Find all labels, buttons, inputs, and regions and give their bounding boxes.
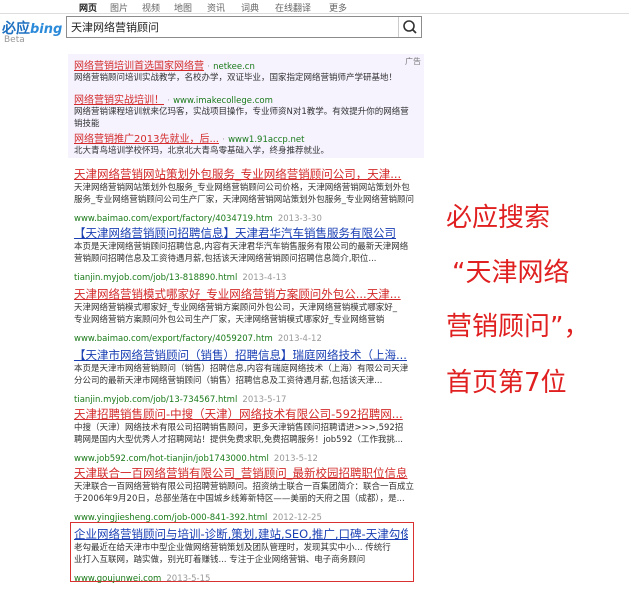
search-box	[66, 16, 422, 38]
result-date: 2013-4-12	[277, 334, 322, 344]
result-title[interactable]: 【天津市网络营销顾问（销售）招聘信息】瑞庭网络技术（上海...	[74, 347, 434, 363]
annotation-line-3: 营销顾问”，	[446, 312, 590, 342]
result-date: 2013-5-17	[242, 395, 287, 405]
ad-desc: 网络营销顾问培训实战教学，名校办学，双证毕业，国家指定网络营销师产学研基地！	[74, 73, 398, 83]
result-desc-2: 服务_专业网络营销顾问公司生产厂家，天津网络营销网站策划外包服务_专业网络营销顾…	[74, 195, 415, 205]
logo-beta: Beta	[4, 35, 25, 45]
result-url[interactable]: www.job592.com/hot-tianjin/job1743000.ht…	[74, 454, 269, 464]
result-desc: 本页是天津网络营销顾问招聘信息,内容有天津君华汽车销售服务有限公司的最新天津网络	[74, 242, 409, 252]
ad-item: 网络营销推广2013先就业，后... · www1.91accp.net 北大青…	[74, 134, 330, 156]
search-result: 【天津市网络营销顾问（销售）招聘信息】瑞庭网络技术（上海... 本页是天津市网络…	[74, 347, 434, 406]
search-input[interactable]	[71, 19, 391, 35]
search-result: 天津网络营销网站策划外包服务_专业网络营销顾问公司，天津... 天津网络营销网站…	[74, 166, 434, 225]
logo-bing: bing	[30, 22, 63, 37]
ad-label: 广告	[405, 57, 421, 66]
search-icon	[403, 20, 417, 34]
result-desc: 天津网络营销网站策划外包服务_专业网络营销顾问公司价格，天津网络营销网站策划外包	[74, 183, 410, 193]
result-url[interactable]: www.baimao.com/export/factory/4059207.ht…	[74, 334, 273, 344]
ad-url[interactable]: netkee.cn	[213, 62, 255, 72]
ad-block: 广告 网络营销培训首选国家网络营 · netkee.cn 网络营销顾问培训实战教…	[68, 54, 424, 158]
search-result: 天津招聘销售顾问-中搜（天津）网络技术有限公司-592招聘网... 中搜（天津）…	[74, 406, 434, 465]
result-date: 2013-4-13	[242, 273, 287, 283]
result-desc: 老勾最近在给天津市中型企业做网络营销策划及团队管理时，发现其实中小... 传统行	[74, 543, 391, 553]
result-desc-2: 于2006年9月20日，总部坐落在中国城乡线筹新特区——美丽的天府之国（成都），…	[74, 494, 405, 504]
nav-divider	[0, 13, 629, 14]
annotation-line-2: “天津网络	[452, 258, 570, 288]
ad-desc: 网络营销课程培训就来亿玛客，实战项目操作，专业师资N对1教学。有效提升你的网络营	[74, 107, 409, 117]
ad-title[interactable]: 网络营销推广2013先就业，后...	[74, 134, 219, 145]
result-title[interactable]: 天津网络营销模式哪家好_专业网络营销方案顾问外包公...天津...	[74, 286, 434, 302]
result-desc: 中搜（天津）网络技术有限公司招聘销售顾问，更多天津销售顾问招聘请进>>>,592…	[74, 423, 404, 433]
result-date: 2013-5-12	[273, 454, 318, 464]
result-title[interactable]: 【天津网络营销顾问招聘信息】天津君华汽车销售服务有限公司	[74, 225, 434, 241]
result-desc: 天津联合一百网络营销有限公司招聘营销顾问。招资纳士联合一百集团简介：联合一百成立	[74, 482, 415, 492]
result-date: 2013-3-30	[277, 214, 322, 224]
result-desc-2: 营销顾问招聘信息及工资待遇月薪,包括该天津网络营销顾问招聘信息简介,职位...	[74, 254, 377, 264]
search-button[interactable]	[398, 17, 421, 37]
ad-title[interactable]: 网络营销实战培训！	[74, 95, 164, 106]
ad-url[interactable]: www1.91accp.net	[228, 135, 304, 145]
ad-url[interactable]: www.imakecollege.com	[173, 96, 273, 106]
result-date: 2013-5-15	[166, 574, 211, 584]
search-result: 天津联合一百网络营销有限公司_营销顾问_最新校园招聘职位信息 天津联合一百网络营…	[74, 465, 434, 524]
search-result: 天津网络营销模式哪家好_专业网络营销方案顾问外包公...天津... 天津网络营销…	[74, 286, 434, 345]
result-desc-2: 分公司的最新天津市网络营销顾问（销售）招聘信息及工资待遇月薪,包括该天津...	[74, 376, 383, 386]
result-desc: 本页是天津市网络营销顾问（销售）招聘信息,内容有瑞庭网络技术（上海）有限公司天津	[74, 364, 409, 374]
bing-logo[interactable]: 必应bing Beta	[2, 18, 63, 45]
annotation-line-1: 必应搜索	[446, 203, 551, 233]
ad-title[interactable]: 网络营销培训首选国家网络营	[74, 61, 204, 72]
result-title[interactable]: 天津联合一百网络营销有限公司_营销顾问_最新校园招聘职位信息	[74, 465, 434, 481]
result-desc: 天津网络营销模式哪家好_专业网络营销方案顾问外包公司，天津网络营销模式哪家好_	[74, 303, 398, 313]
ad-desc: 北大青鸟培训学校怀玛，北京北大青鸟零基础入学，终身推荐就业。	[74, 146, 330, 156]
search-result: 【天津网络营销顾问招聘信息】天津君华汽车销售服务有限公司 本页是天津网络营销顾问…	[74, 225, 434, 284]
result-url[interactable]: www.baimao.com/export/factory/4034719.ht…	[74, 214, 273, 224]
result-url[interactable]: tianjin.myjob.com/job/13-818890.html	[74, 273, 237, 283]
result-desc-2: 聘网是国内大型优秀人才招聘网站！提供免费求职,免费招聘服务！job592（工作我…	[74, 435, 403, 445]
result-title[interactable]: 天津网络营销网站策划外包服务_专业网络营销顾问公司，天津...	[74, 166, 434, 182]
ad-item: 网络营销实战培训！ · www.imakecollege.com 网络营销课程培…	[74, 95, 409, 129]
result-url[interactable]: tianjin.myjob.com/job/13-734567.html	[74, 395, 237, 405]
result-title[interactable]: 天津招聘销售顾问-中搜（天津）网络技术有限公司-592招聘网...	[74, 406, 434, 422]
result-desc-2: 专业网络营销方案顾问外包公司生产厂家，天津网络营销模式哪家好_专业网络营销	[74, 315, 385, 325]
top-nav: 网页 图片 视频 地图 资讯 词典 在线翻译 更多	[0, 0, 629, 14]
ad-item: 网络营销培训首选国家网络营 · netkee.cn 网络营销顾问培训实战教学，名…	[74, 61, 398, 83]
result-title[interactable]: 企业网络营销顾问与培训-诊断,策划,建站,SEO,推广,口碑-天津勾俊伟	[74, 526, 408, 542]
ad-desc-2: 销技能	[74, 119, 100, 129]
annotation-line-4: 首页第7位	[446, 368, 567, 398]
search-result-highlighted: 企业网络营销顾问与培训-诊断,策划,建站,SEO,推广,口碑-天津勾俊伟 老勾最…	[74, 526, 408, 585]
result-desc-2: 业打入互联网，踏实做，别光盯着赚钱... 专注于企业网络营销、电子商务顾问	[74, 555, 366, 565]
result-url[interactable]: www.goujunwei.com	[74, 574, 161, 584]
